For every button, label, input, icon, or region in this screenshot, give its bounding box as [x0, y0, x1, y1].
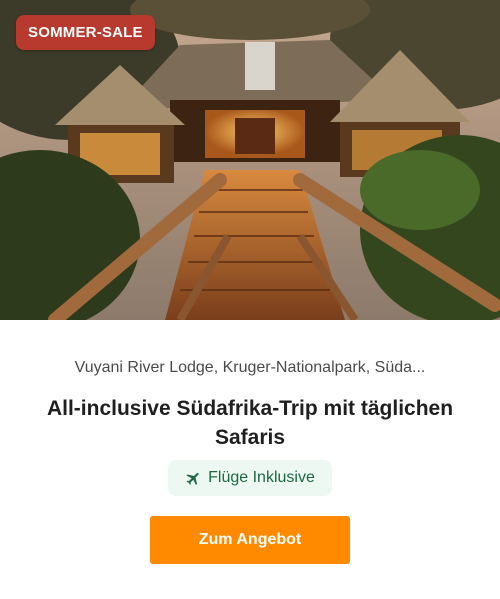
- location-text: Vuyani River Lodge, Kruger-Nationalpark,…: [74, 359, 426, 376]
- offer-title[interactable]: All-inclusive Südafrika-Trip mit täglich…: [30, 394, 470, 452]
- chip-label: Flüge Inklusive: [208, 469, 315, 486]
- airplane-icon: [185, 470, 202, 487]
- sale-badge: SOMMER-SALE: [16, 15, 155, 50]
- flights-included-chip: Flüge Inklusive: [168, 460, 332, 496]
- offer-card[interactable]: SOMMER-SALE Vuyani River Lodge, Kruger-N…: [0, 0, 500, 599]
- view-offer-button[interactable]: Zum Angebot: [150, 516, 350, 564]
